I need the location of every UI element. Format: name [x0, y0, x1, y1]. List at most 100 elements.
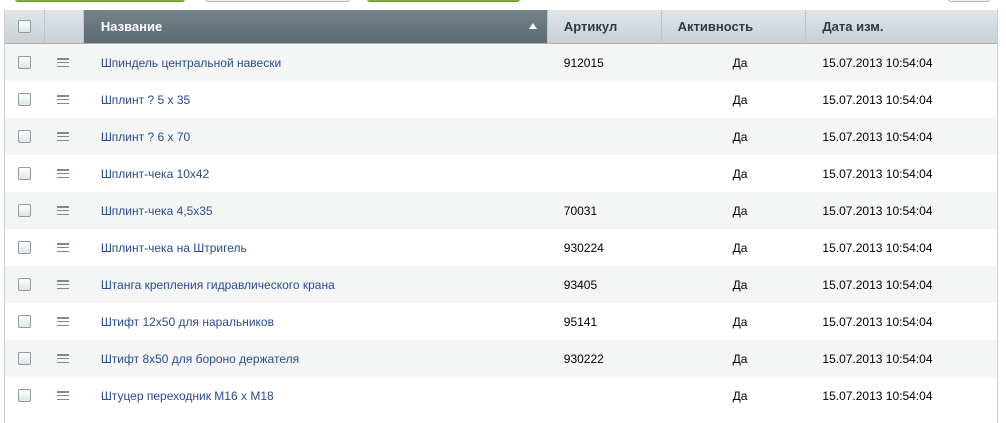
grid-header: Название Артикул Активность Дата изм.: [5, 10, 997, 44]
article-value: 95141: [563, 314, 598, 329]
table-row[interactable]: Шплинт-чека 4,5х35 70031 Да 15.07.2013 10:5…: [5, 192, 997, 229]
column-header-name[interactable]: Название: [83, 10, 548, 43]
row-active-cell: Да: [662, 81, 807, 118]
row-active-cell: Да: [662, 155, 807, 192]
drag-handle-icon[interactable]: [56, 58, 69, 67]
table-row[interactable]: Шплинт-чека на Штригель 930224 Да 15.07.201…: [5, 229, 997, 266]
date-value: 15.07.2013 10:54:04: [822, 351, 933, 366]
date-value: 15.07.2013 10:54:04: [822, 277, 933, 292]
row-select-cell: [5, 44, 45, 81]
grid-body: Шпиндель центральной навески 912015 Да 15.0…: [5, 44, 997, 414]
row-drag-cell: [45, 118, 84, 155]
article-value: 930224: [563, 240, 604, 255]
column-header-article[interactable]: Артикул: [548, 10, 662, 43]
toolbar-button-2[interactable]: [205, 0, 350, 2]
row-checkbox[interactable]: [18, 241, 32, 254]
row-select-cell: [5, 118, 45, 155]
row-date-cell: 15.07.2013 10:54:04: [806, 266, 997, 303]
active-value: Да: [732, 351, 748, 366]
article-value: 93405: [563, 277, 598, 292]
product-name-link[interactable]: Шплинт-чека 10х42: [101, 167, 209, 181]
table-row[interactable]: Штифт 8х50 для бороно держателя 930222 Да 1…: [5, 340, 997, 377]
row-drag-cell: [45, 266, 84, 303]
select-all-checkbox[interactable]: [17, 20, 31, 33]
row-checkbox[interactable]: [18, 130, 32, 143]
drag-handle-icon[interactable]: [56, 243, 69, 252]
drag-handle-icon[interactable]: [56, 132, 69, 141]
row-select-cell: [5, 340, 45, 377]
column-header-date[interactable]: Дата изм.: [806, 10, 997, 43]
row-checkbox[interactable]: [18, 204, 32, 217]
column-header-article-label: Артикул: [563, 19, 618, 34]
drag-handle-icon[interactable]: [56, 391, 69, 400]
table-row[interactable]: Штифт 12х50 для наральников 95141 Да 15.07.…: [5, 303, 997, 340]
row-checkbox[interactable]: [18, 93, 32, 106]
header-drag-cell: [45, 10, 84, 43]
product-name-link[interactable]: Шплинт-чека 4,5х35: [101, 204, 213, 218]
row-name-cell: Шплинт-чека 10х42: [84, 155, 548, 192]
table-row[interactable]: Штуцер переходник М16 х М18 Да 15.07.2013 …: [5, 377, 997, 414]
row-name-cell: Шплинт-чека на Штригель: [84, 229, 548, 266]
active-value: Да: [732, 277, 748, 292]
row-select-cell: [5, 229, 45, 266]
table-row[interactable]: Шпиндель центральной навески 912015 Да 15.0…: [5, 44, 997, 81]
active-value: Да: [732, 129, 748, 144]
row-active-cell: Да: [662, 303, 807, 340]
row-name-cell: Штанга крепления гидравлического крана: [84, 266, 548, 303]
table-row[interactable]: Шплинт ? 5 х 35 Да 15.07.2013 10:54:04: [5, 81, 997, 118]
product-list-page: Название Артикул Активность Дата изм. Шп…: [0, 0, 1006, 423]
drag-handle-icon[interactable]: [56, 206, 69, 215]
row-date-cell: 15.07.2013 10:54:04: [806, 44, 997, 81]
row-article-cell: 930224: [548, 229, 662, 266]
row-drag-cell: [45, 81, 84, 118]
product-name-link[interactable]: Штуцер переходник М16 х М18: [101, 389, 274, 403]
sort-ascending-icon: [528, 23, 537, 29]
row-select-cell: [5, 266, 45, 303]
row-article-cell: 930222: [548, 340, 662, 377]
product-name-link[interactable]: Шпиндель центральной навески: [101, 56, 281, 70]
product-grid: Название Артикул Активность Дата изм. Шп…: [4, 10, 998, 423]
drag-handle-icon[interactable]: [56, 95, 69, 104]
drag-handle-icon[interactable]: [56, 354, 69, 363]
drag-handle-icon[interactable]: [56, 169, 69, 178]
date-value: 15.07.2013 10:54:04: [822, 129, 933, 144]
row-date-cell: 15.07.2013 10:54:04: [806, 192, 997, 229]
row-name-cell: Штуцер переходник М16 х М18: [84, 377, 548, 414]
column-header-active[interactable]: Активность: [662, 10, 807, 43]
active-value: Да: [732, 55, 748, 70]
row-active-cell: Да: [662, 266, 807, 303]
product-name-link[interactable]: Шплинт ? 5 х 35: [101, 93, 190, 107]
column-header-name-label: Название: [100, 19, 163, 34]
row-drag-cell: [45, 377, 84, 414]
row-checkbox[interactable]: [18, 315, 32, 328]
row-checkbox[interactable]: [18, 389, 32, 402]
active-value: Да: [732, 203, 748, 218]
product-name-link[interactable]: Штанга крепления гидравлического крана: [101, 278, 335, 292]
table-row[interactable]: Шплинт ? 6 х 70 Да 15.07.2013 10:54:04: [5, 118, 997, 155]
row-active-cell: Да: [662, 377, 807, 414]
drag-handle-icon[interactable]: [56, 317, 69, 326]
row-checkbox[interactable]: [18, 167, 32, 180]
row-article-cell: 95141: [548, 303, 662, 340]
row-date-cell: 15.07.2013 10:54:04: [806, 229, 997, 266]
toolbar-button-1[interactable]: [15, 0, 185, 2]
drag-handle-icon[interactable]: [56, 280, 69, 289]
toolbar-button-4[interactable]: [948, 0, 990, 2]
row-checkbox[interactable]: [18, 56, 32, 69]
row-checkbox[interactable]: [18, 278, 32, 291]
product-name-link[interactable]: Шплинт ? 6 х 70: [101, 130, 190, 144]
toolbar-button-3[interactable]: [367, 0, 520, 2]
row-name-cell: Шплинт-чека 4,5х35: [84, 192, 548, 229]
table-row[interactable]: Штанга крепления гидравлического крана 93…: [5, 266, 997, 303]
row-active-cell: Да: [662, 192, 807, 229]
table-row[interactable]: Шплинт-чека 10х42 Да 15.07.2013 10:54:04: [5, 155, 997, 192]
product-name-link[interactable]: Штифт 12х50 для наральников: [101, 315, 274, 329]
row-checkbox[interactable]: [18, 352, 32, 365]
header-select-all-cell: [5, 10, 45, 43]
row-article-cell: [548, 81, 662, 118]
product-name-link[interactable]: Штифт 8х50 для бороно держателя: [101, 352, 299, 366]
date-value: 15.07.2013 10:54:04: [822, 92, 933, 107]
row-select-cell: [5, 377, 45, 414]
product-name-link[interactable]: Шплинт-чека на Штригель: [101, 241, 247, 255]
column-header-date-label: Дата изм.: [822, 19, 884, 34]
